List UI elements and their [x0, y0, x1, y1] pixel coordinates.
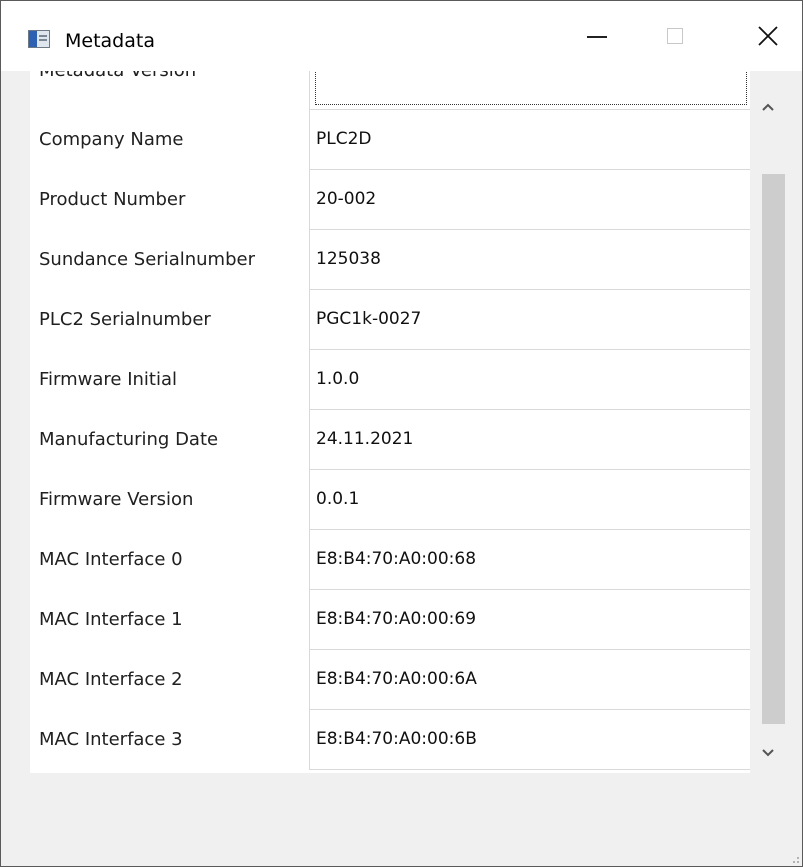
row-label: PLC2 Serialnumber — [39, 309, 211, 330]
maximize-icon — [667, 28, 683, 44]
title-bar[interactable]: Metadata — [1, 1, 802, 71]
table-row-partial: Metadata Version — [30, 71, 762, 110]
row-value-field[interactable]: E8:B4:70:A0:00:68 — [309, 530, 752, 590]
row-value-field[interactable]: 125038 — [309, 230, 752, 290]
row-label: Firmware Initial — [39, 369, 178, 390]
row-label: Product Number — [39, 189, 186, 210]
row-label: Firmware Version — [39, 489, 194, 510]
chevron-down-icon — [761, 748, 774, 756]
chevron-up-icon — [761, 103, 774, 111]
row-label: Metadata Version — [39, 71, 196, 91]
focus-outline — [315, 71, 747, 105]
row-label: MAC Interface 3 — [39, 729, 183, 750]
row-value-field[interactable]: 0.0.1 — [309, 470, 752, 530]
row-value-field[interactable]: E8:B4:70:A0:00:6B — [309, 710, 752, 770]
vertical-scrollbar[interactable] — [750, 71, 785, 773]
scroll-up-button[interactable] — [750, 89, 785, 124]
row-value-field[interactable]: E8:B4:70:A0:00:6A — [309, 650, 752, 710]
row-value: E8:B4:70:A0:00:69 — [316, 609, 477, 629]
row-value-field[interactable]: PLC2D — [309, 110, 752, 170]
table-row: Firmware Initial 1.0.0 — [30, 350, 762, 410]
row-value: 20-002 — [316, 189, 377, 209]
app-window-icon — [28, 30, 50, 48]
row-value: 1.0.0 — [316, 369, 360, 389]
row-label: MAC Interface 1 — [39, 609, 183, 630]
row-label: MAC Interface 0 — [39, 549, 183, 570]
row-value: PLC2D — [316, 129, 372, 149]
row-value: 125038 — [316, 249, 381, 269]
table-row: Sundance Serialnumber 125038 — [30, 230, 762, 290]
scroll-down-button[interactable] — [750, 735, 785, 770]
maximize-button[interactable] — [645, 1, 705, 71]
minimize-icon — [587, 36, 607, 38]
resize-grip-icon[interactable] — [787, 851, 801, 865]
table-row: PLC2 Serialnumber PGC1k-0027 — [30, 290, 762, 350]
table-row: MAC Interface 0 E8:B4:70:A0:00:68 — [30, 530, 762, 590]
table-row: Manufacturing Date 24.11.2021 — [30, 410, 762, 470]
row-value-field[interactable]: 1.0.0 — [309, 350, 752, 410]
metadata-table: Metadata Version Company Name PLC2D Produc… — [30, 71, 762, 773]
table-row: Product Number 20-002 — [30, 170, 762, 230]
table-row: MAC Interface 1 E8:B4:70:A0:00:69 — [30, 590, 762, 650]
row-value-field[interactable]: 20-002 — [309, 170, 752, 230]
row-value-field[interactable] — [309, 71, 752, 110]
row-value: PGC1k-0027 — [316, 309, 422, 329]
row-value-field[interactable]: 24.11.2021 — [309, 410, 752, 470]
close-button[interactable] — [738, 1, 798, 71]
row-label: Manufacturing Date — [39, 429, 219, 450]
close-icon — [758, 26, 778, 46]
metadata-window: Metadata Metadata Version Company Name PL… — [0, 0, 803, 867]
row-value: E8:B4:70:A0:00:6B — [316, 729, 477, 749]
table-row: Company Name PLC2D — [30, 110, 762, 170]
row-value: 0.0.1 — [316, 489, 360, 509]
table-row: MAC Interface 2 E8:B4:70:A0:00:6A — [30, 650, 762, 710]
row-label: Sundance Serialnumber — [39, 249, 255, 270]
row-value-field[interactable]: E8:B4:70:A0:00:69 — [309, 590, 752, 650]
row-value: E8:B4:70:A0:00:6A — [316, 669, 477, 689]
row-value-field[interactable]: PGC1k-0027 — [309, 290, 752, 350]
scroll-thumb[interactable] — [762, 174, 785, 724]
table-row: Firmware Version 0.0.1 — [30, 470, 762, 530]
minimize-button[interactable] — [567, 1, 627, 71]
row-label: MAC Interface 2 — [39, 669, 183, 690]
window-title: Metadata — [65, 30, 155, 52]
table-row: MAC Interface 3 E8:B4:70:A0:00:6B — [30, 710, 762, 770]
row-value: 24.11.2021 — [316, 429, 414, 449]
row-label: Company Name — [39, 129, 184, 150]
row-value: E8:B4:70:A0:00:68 — [316, 549, 477, 569]
